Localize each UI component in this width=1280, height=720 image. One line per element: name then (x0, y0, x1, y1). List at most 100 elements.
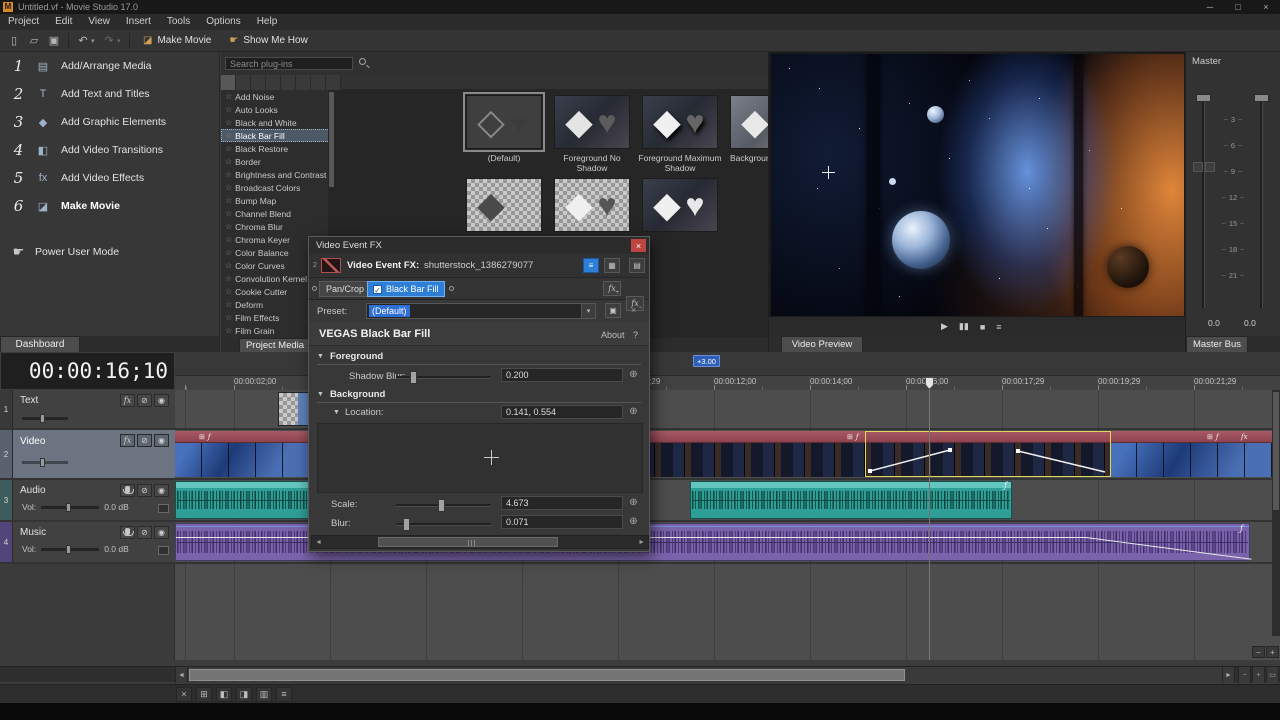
dialog-close-button[interactable]: × (631, 239, 646, 252)
search-input[interactable] (225, 57, 353, 70)
event-fx-icon[interactable]: ƒ (1004, 481, 1007, 490)
preset-thumbnail[interactable]: ◆ ♥ (642, 178, 718, 232)
plugin-list-item[interactable]: Border (221, 155, 334, 168)
plugin-category-tab[interactable] (221, 75, 236, 90)
plugin-list-item[interactable]: Auto Looks (221, 103, 334, 116)
favorite-star-icon[interactable] (225, 326, 232, 335)
preset-item[interactable]: ◇ ♥ (Default) (460, 95, 548, 163)
wizard-step[interactable]: 2 T Add Text and Titles (0, 80, 219, 108)
favorite-star-icon[interactable] (225, 222, 232, 231)
plugin-list-item[interactable]: Bump Map (221, 194, 334, 207)
plugin-list-item[interactable]: Black and White (221, 116, 334, 129)
pause-button[interactable]: ▮▮ (959, 321, 969, 332)
preset-thumbnail[interactable]: ◇ ♥ (466, 95, 542, 149)
wizard-step[interactable]: 5 fx Add Video Effects (0, 164, 219, 192)
shadow-blur-value[interactable]: 0.200 (501, 368, 623, 382)
minimize-button[interactable]: ─ (1196, 0, 1224, 14)
favorite-star-icon[interactable] (225, 287, 232, 296)
scroll-left-icon[interactable]: ◄ (315, 539, 322, 546)
scrollbar-thumb[interactable] (378, 537, 558, 547)
preset-item[interactable]: ◆ ♥ Foreground No Shadow (548, 95, 636, 173)
track-number[interactable]: 4 (0, 522, 13, 562)
track-header-text[interactable]: 1 Text fx ⊘ ◉ (0, 390, 175, 428)
favorite-star-icon[interactable] (225, 131, 232, 140)
favorite-star-icon[interactable] (225, 313, 232, 322)
restore-button[interactable]: □ (1224, 0, 1252, 14)
volume-slider[interactable] (41, 548, 99, 551)
timecode-display[interactable]: 00:00:16;10 (0, 352, 175, 390)
favorite-star-icon[interactable] (225, 261, 232, 270)
track-header-audio[interactable]: 3 Audio ⊘ ◉ Vol: 0.0 dB (0, 480, 175, 520)
section-foreground[interactable]: ▼ Foreground (317, 349, 641, 365)
favorite-star-icon[interactable] (225, 144, 232, 153)
plugin-list-item[interactable]: Channel Blend (221, 207, 334, 220)
about-link[interactable]: About (601, 330, 625, 340)
collapse-icon[interactable]: ▼ (317, 391, 324, 398)
zoom-out-button[interactable]: − (1252, 646, 1265, 658)
new-project-button[interactable]: ▯ (5, 32, 23, 50)
tab-video-preview[interactable]: Video Preview (781, 336, 863, 352)
plugin-category-tab[interactable] (251, 75, 266, 90)
scrollbar-thumb[interactable] (189, 669, 905, 681)
zoom-in-button[interactable]: + (1266, 646, 1279, 658)
animate-button[interactable]: ⊕ (627, 515, 640, 528)
favorite-star-icon[interactable] (225, 157, 232, 166)
dialog-title-bar[interactable]: Video Event FX × (309, 237, 649, 254)
animate-button[interactable]: ⊕ (627, 496, 640, 509)
record-arm-button[interactable] (120, 484, 135, 497)
event-fx-icon[interactable]: ⊞ƒ (1207, 433, 1218, 441)
master-fader-track[interactable] (1202, 96, 1205, 308)
menu-item[interactable]: Insert (118, 14, 159, 30)
zoom-in-time-button[interactable]: + (1252, 667, 1265, 683)
timeline-horizontal-scrollbar[interactable]: ◄ ► − + ▭ (0, 666, 1280, 682)
fx-chain-plugin-chip[interactable]: ✓ Black Bar Fill (367, 281, 445, 297)
plugin-enabled-checkbox[interactable]: ✓ (373, 285, 382, 294)
preset-thumbnail[interactable]: ◆ (466, 178, 542, 232)
tab-master-bus[interactable]: Master Bus (1186, 336, 1248, 352)
save-preset-button[interactable]: ▣ (605, 303, 621, 318)
power-user-mode-button[interactable]: ☛ Power User Mode (12, 244, 119, 260)
plugin-list-item[interactable]: Add Noise (221, 90, 334, 103)
animate-button[interactable]: ⊕ (627, 368, 640, 381)
close-tools-button[interactable]: × (176, 687, 192, 702)
tools-menu-button[interactable]: ≡ (276, 687, 292, 702)
plugin-category-tab[interactable] (296, 75, 311, 90)
track-solo-button[interactable]: ◉ (154, 526, 169, 539)
blur-value[interactable]: 0.071 (501, 515, 623, 529)
audio-event-clip[interactable]: ƒ (690, 481, 1012, 519)
menu-item[interactable]: Options (198, 14, 248, 30)
track-level-slider[interactable] (22, 461, 68, 464)
scale-slider[interactable] (396, 504, 491, 507)
preset-item[interactable]: ◆ ♥ Foreground Maximum Shadow (636, 95, 724, 173)
undo-dropdown-icon[interactable]: ▾ (91, 37, 99, 45)
event-fx-icon[interactable]: ƒ (1240, 524, 1243, 533)
snap-toggle-button[interactable]: ⊞ (196, 687, 212, 702)
bus-assign-button[interactable] (1205, 162, 1215, 172)
preset-dropdown[interactable]: (Default) ▾ (366, 303, 596, 319)
zoom-out-time-button[interactable]: − (1238, 667, 1251, 683)
event-fx-icon[interactable]: ⊞ƒ (847, 433, 858, 441)
animate-button[interactable]: ⊕ (627, 405, 640, 418)
favorite-star-icon[interactable] (225, 235, 232, 244)
menu-item[interactable]: Edit (47, 14, 80, 30)
favorite-star-icon[interactable] (225, 209, 232, 218)
plugin-list-item[interactable]: Chroma Blur (221, 220, 334, 233)
volume-slider[interactable] (41, 506, 99, 509)
trim-start-button[interactable]: ◧ (216, 687, 232, 702)
chain-list-button[interactable]: ≡ (583, 258, 599, 273)
section-background[interactable]: ▼ Background (317, 387, 641, 403)
track-number[interactable]: 1 (0, 390, 13, 428)
master-meter-handle[interactable] (1254, 94, 1269, 102)
event-fx-icon[interactable]: fx (1241, 433, 1248, 441)
menu-item[interactable]: View (80, 14, 118, 30)
pan-crop-button[interactable]: Pan/Crop (319, 281, 371, 297)
track-mute-button[interactable]: ⊘ (137, 394, 152, 407)
show-me-how-button[interactable]: ☛ Show Me How (220, 31, 316, 51)
preset-item[interactable]: ◆ (460, 178, 548, 232)
preset-item[interactable]: ◆ ♥ (636, 178, 724, 232)
track-header-music[interactable]: 4 Music ⊘ ◉ Vol: 0.0 dB (0, 522, 175, 562)
play-button[interactable]: ▶ (941, 321, 948, 332)
scroll-left-button[interactable]: ◄ (175, 667, 188, 683)
wizard-step[interactable]: 4 ◧ Add Video Transitions (0, 136, 219, 164)
menu-item[interactable]: Tools (159, 14, 198, 30)
